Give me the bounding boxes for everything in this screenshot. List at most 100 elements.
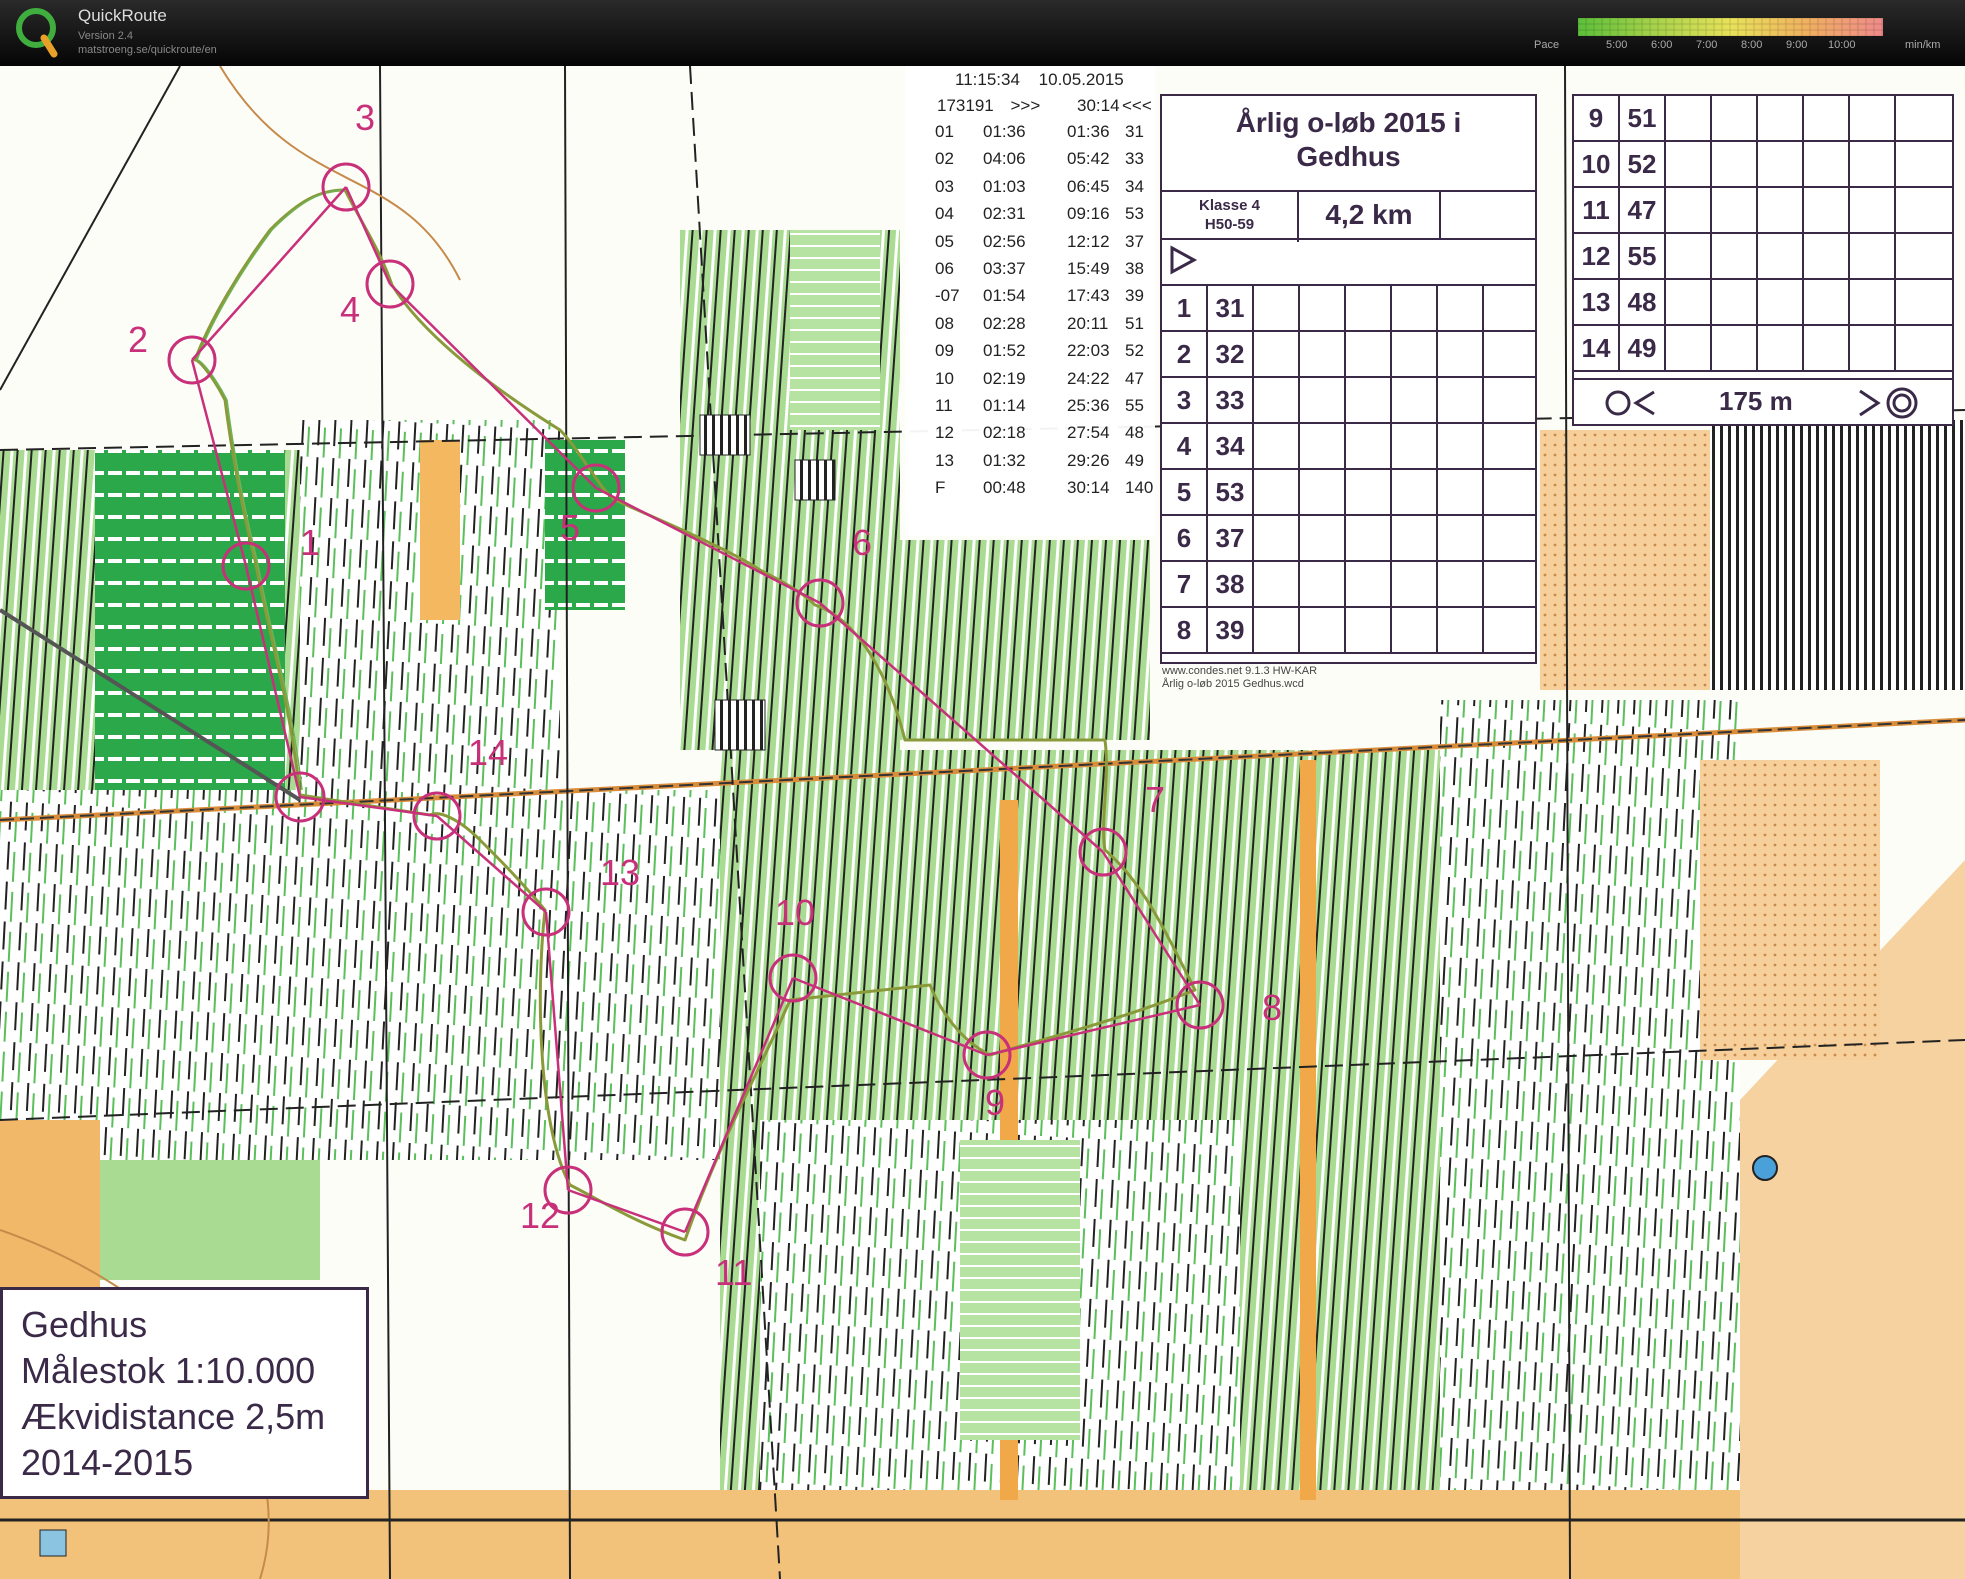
map-name: Gedhus: [21, 1304, 148, 1345]
start-triangle-icon: [1170, 245, 1198, 275]
split-leg: 02:56: [983, 231, 1026, 251]
split-cum: 01:36: [1067, 122, 1110, 141]
description-symbol-cell: [1804, 234, 1850, 278]
description-symbol-cell: [1346, 424, 1392, 468]
description-symbol-cell: [1712, 188, 1758, 232]
description-symbol-cell: [1758, 234, 1804, 278]
course-length: 4,2 km: [1299, 192, 1441, 238]
control-code: 48: [1620, 280, 1666, 324]
split-leg: 03:37: [983, 258, 1026, 278]
split-code: 55: [1125, 395, 1144, 415]
event-title: Årlig o-løb 2015 i: [1235, 107, 1462, 138]
open-land-strip: [420, 440, 460, 620]
description-symbol-cell: [1254, 562, 1300, 606]
splits-date: 10.05.2015: [1038, 70, 1124, 89]
split-code: 34: [1125, 176, 1144, 196]
description-symbol-cell: [1804, 96, 1850, 140]
description-symbol-cell: [1850, 142, 1896, 186]
control-number: 5: [1162, 470, 1208, 514]
cultivated-land: [1710, 420, 1965, 690]
description-row: 5 53: [1162, 470, 1535, 516]
split-leg: 02:31: [983, 204, 1026, 224]
event-venue: Gedhus: [1296, 141, 1401, 172]
description-symbol-cell: [1712, 326, 1758, 370]
description-symbol-cell: [1346, 470, 1392, 514]
description-symbol-cell: [1254, 286, 1300, 330]
description-symbol-cell: [1438, 332, 1484, 376]
split-ctrl: 09: [935, 341, 954, 361]
description-symbol-cell: [1666, 234, 1712, 278]
forest-rows: [790, 230, 880, 430]
description-symbol-cell: [1392, 562, 1438, 606]
split-cum: 17:43: [1067, 286, 1110, 306]
description-symbol-cell: [1438, 286, 1484, 330]
description-symbol-cell: [1392, 608, 1438, 652]
split-cum: 24:22: [1067, 368, 1110, 388]
class-name: Klasse 4: [1199, 197, 1260, 214]
split-cum: 27:54: [1067, 423, 1110, 443]
split-leg: 00:48: [983, 478, 1026, 498]
description-symbol-cell: [1666, 142, 1712, 186]
description-row: 9 51: [1574, 96, 1952, 142]
control-number: 6: [1162, 516, 1208, 560]
split-row: 02 04:06 05:42 33: [935, 149, 1165, 176]
software-credit: www.condes.net 9.1.3 HW-KAR Årlig o-løb …: [1162, 665, 1317, 691]
split-ctrl: 05: [935, 231, 954, 251]
app-version: Version 2.4: [78, 30, 134, 42]
description-symbol-cell: [1300, 378, 1346, 422]
control-number-label: 11: [715, 1252, 752, 1293]
control-code: 31: [1208, 286, 1254, 330]
split-code: 31: [1125, 122, 1144, 141]
split-cum: 05:42: [1067, 149, 1110, 169]
split-row: F 00:48 30:14 140: [935, 478, 1165, 505]
description-symbol-cell: [1712, 142, 1758, 186]
pace-tick: 6:00: [1651, 39, 1673, 51]
description-row: 13 48: [1574, 280, 1952, 326]
description-rows: 9 51 10 52 11 47 12 55 13 48 14 49: [1574, 96, 1952, 372]
description-symbol-cell: [1346, 516, 1392, 560]
split-cum: 12:12: [1067, 231, 1110, 251]
description-row: 8 39: [1162, 608, 1535, 654]
control-code: 37: [1208, 516, 1254, 560]
split-code: 39: [1125, 286, 1144, 306]
split-cum: 20:11: [1067, 313, 1109, 333]
description-symbol-cell: [1438, 424, 1484, 468]
control-code: 49: [1620, 326, 1666, 370]
split-cum: 06:45: [1067, 176, 1110, 196]
description-symbol-cell: [1438, 470, 1484, 514]
pace-unit: min/km: [1905, 39, 1941, 51]
back-marker: <<<: [1122, 96, 1152, 115]
pace-tick: 9:00: [1786, 39, 1808, 51]
split-code: 47: [1125, 368, 1144, 388]
split-leg: 04:06: [983, 149, 1026, 169]
split-leg: 02:19: [983, 368, 1026, 388]
split-ctrl: 06: [935, 258, 954, 278]
description-symbol-cell: [1804, 142, 1850, 186]
split-code: 48: [1125, 423, 1144, 443]
split-cum: 30:14: [1067, 478, 1110, 498]
split-code: 140: [1125, 478, 1154, 498]
control-number: 13: [1574, 280, 1620, 324]
credit-line: www.condes.net 9.1.3 HW-KAR: [1162, 665, 1318, 677]
control-number-label: 5: [560, 507, 580, 548]
water-point-icon: [1752, 1155, 1778, 1181]
total-marker: >>>: [1010, 96, 1041, 115]
control-number-label: 1: [300, 522, 320, 563]
control-number: 8: [1162, 608, 1208, 652]
description-row: 1 31: [1162, 286, 1535, 332]
split-ctrl: F: [935, 478, 946, 498]
description-symbol-cell: [1758, 96, 1804, 140]
contour-interval: Ækvidistance 2,5m: [21, 1396, 326, 1437]
control-code: 39: [1208, 608, 1254, 652]
description-symbol-cell: [1712, 280, 1758, 324]
description-symbol-cell: [1254, 470, 1300, 514]
split-rows: 01 01:36 01:36 31 02 04:06 05:42 33 03 01:03 06:45…: [935, 122, 1165, 505]
control-code: 55: [1620, 234, 1666, 278]
control-number: 10: [1574, 142, 1620, 186]
split-ctrl: 11: [935, 395, 953, 415]
description-symbol-cell: [1850, 326, 1896, 370]
description-symbol-cell: [1392, 286, 1438, 330]
description-row: 12 55: [1574, 234, 1952, 280]
app-url[interactable]: matstroeng.se/quickroute/en: [78, 44, 217, 56]
split-cum: 29:26: [1067, 450, 1110, 470]
